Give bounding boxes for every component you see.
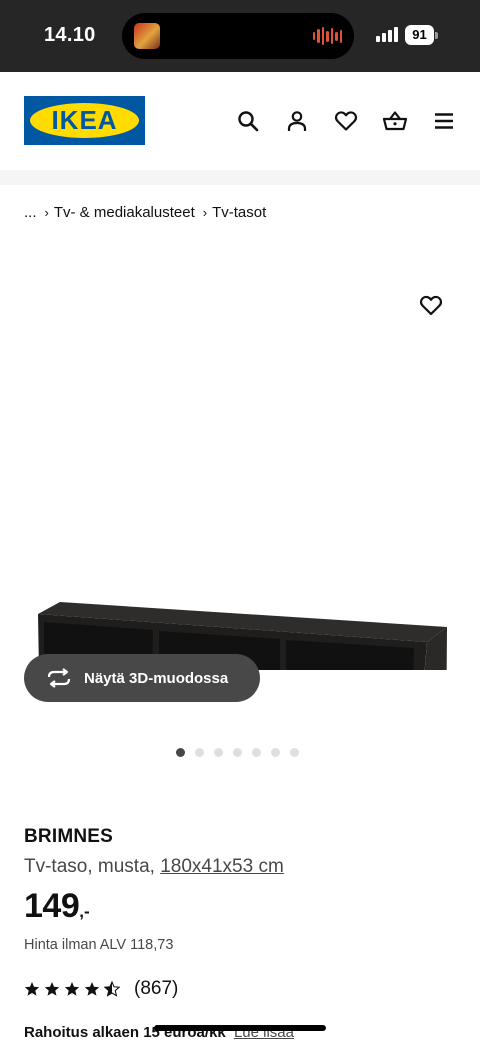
chevron-right-icon: › xyxy=(44,205,49,220)
gallery-dot[interactable] xyxy=(233,748,242,757)
gallery-dot[interactable] xyxy=(290,748,299,757)
product-type: Tv-taso, musta, xyxy=(24,856,155,877)
user-icon[interactable] xyxy=(284,108,310,134)
product-gallery[interactable]: Näytä 3D-muodossa xyxy=(0,230,480,757)
product-price: 149 ,- xyxy=(24,887,90,926)
star-full-icon xyxy=(44,982,60,996)
star-full-icon xyxy=(84,982,100,996)
now-playing-artwork xyxy=(134,23,160,49)
search-icon[interactable] xyxy=(235,108,261,134)
price-integer: 149 xyxy=(24,887,80,925)
chevron-right-icon: › xyxy=(202,205,208,220)
breadcrumb-ellipsis[interactable]: ... xyxy=(24,204,37,221)
ikea-logo[interactable]: IKEA xyxy=(24,96,145,145)
star-full-icon xyxy=(64,982,80,996)
gallery-dot[interactable] xyxy=(195,748,204,757)
rotate-3d-icon xyxy=(47,668,71,688)
gallery-dot[interactable] xyxy=(176,748,185,757)
signal-icon xyxy=(376,27,398,42)
rating-stars xyxy=(24,981,120,997)
cart-icon[interactable] xyxy=(382,108,408,134)
product-image-tv-bench xyxy=(38,602,447,670)
battery-tip xyxy=(435,32,438,39)
price-without-vat: Hinta ilman ALV 118,73 xyxy=(24,937,174,953)
gallery-pagination xyxy=(176,748,299,757)
heart-icon[interactable] xyxy=(333,108,359,134)
breadcrumb-item-tv-benches[interactable]: Tv-tasot xyxy=(212,204,266,221)
favourite-heart-icon[interactable] xyxy=(416,290,446,320)
star-full-icon xyxy=(24,982,40,996)
battery-icon: 91 xyxy=(405,25,434,45)
menu-icon[interactable] xyxy=(431,108,457,134)
product-description: Tv-taso, musta, 180x41x53 cm xyxy=(24,856,284,878)
review-count[interactable]: (867) xyxy=(134,978,178,1000)
logo-text: IKEA xyxy=(51,105,118,135)
gallery-dot[interactable] xyxy=(271,748,280,757)
status-time: 14.10 xyxy=(44,24,96,46)
star-half-icon xyxy=(104,981,120,997)
header-divider xyxy=(0,170,480,185)
product-rating[interactable]: (867) xyxy=(24,978,178,1000)
status-bar: 14.10 91 xyxy=(0,0,480,72)
gallery-dot[interactable] xyxy=(214,748,223,757)
price-decimal: ,- xyxy=(79,902,90,921)
home-indicator[interactable] xyxy=(154,1025,326,1031)
product-name: BRIMNES xyxy=(24,826,114,847)
gallery-dot[interactable] xyxy=(252,748,261,757)
audio-waveform-icon xyxy=(312,26,342,46)
view-in-3d-button[interactable]: Näytä 3D-muodossa xyxy=(24,654,260,702)
view-in-3d-label: Näytä 3D-muodossa xyxy=(84,669,229,687)
breadcrumb: ... › Tv- & mediakalusteet › Tv-tasot xyxy=(24,204,266,221)
breadcrumb-item-media-furniture[interactable]: Tv- & mediakalusteet xyxy=(54,204,195,221)
site-header: IKEA xyxy=(0,72,480,170)
product-dimensions-link[interactable]: 180x41x53 cm xyxy=(160,856,284,877)
dynamic-island[interactable] xyxy=(122,13,354,59)
